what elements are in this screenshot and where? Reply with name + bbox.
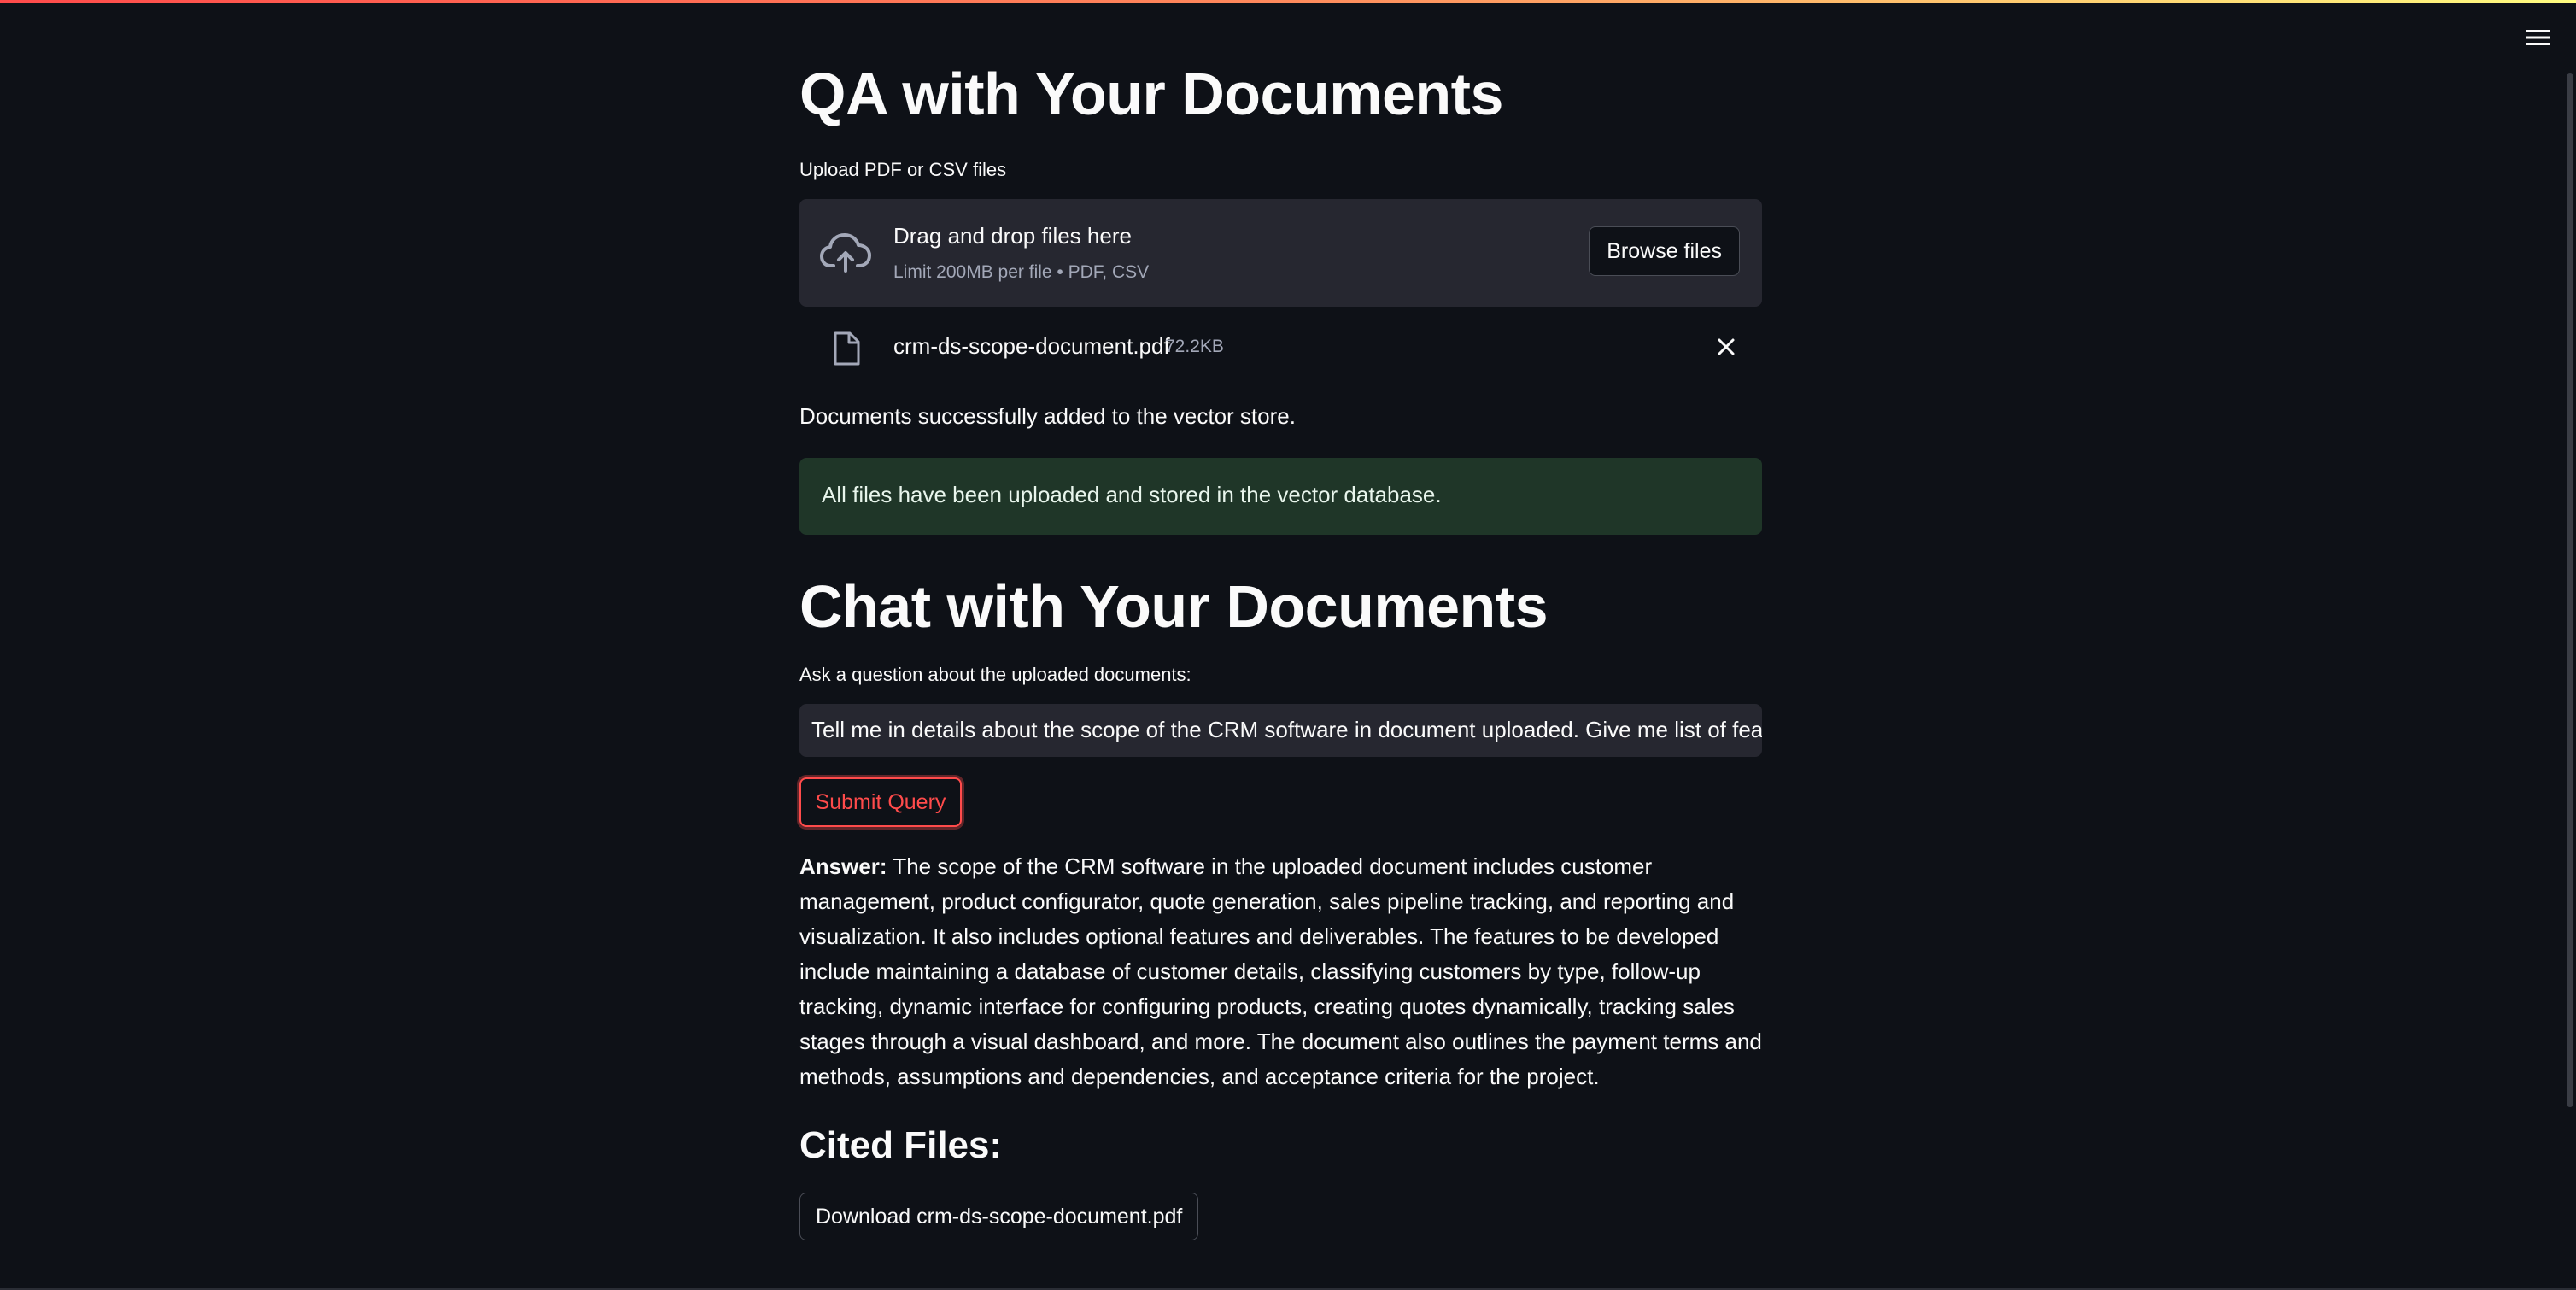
success-alert-text: All files have been uploaded and stored … xyxy=(822,482,1442,507)
dropzone-limit-text: Limit 200MB per file • PDF, CSV xyxy=(893,262,1150,282)
cited-files-title: Cited Files: xyxy=(799,1124,1003,1166)
submit-query-button[interactable]: Submit Query xyxy=(799,777,962,827)
cloud-upload-icon xyxy=(820,233,871,273)
page-title: QA with Your Documents xyxy=(799,61,1503,127)
top-decoration-bar xyxy=(0,0,2576,3)
uploaded-file-row: crm-ds-scope-document.pdf 72.2KB xyxy=(799,323,1762,371)
file-dropzone[interactable]: Drag and drop files here Limit 200MB per… xyxy=(799,199,1762,307)
question-label: Ask a question about the uploaded docume… xyxy=(799,664,1191,685)
uploaded-file-name: crm-ds-scope-document.pdf xyxy=(893,333,1170,359)
uploaded-file-size: 72.2KB xyxy=(1165,337,1224,356)
browse-files-button[interactable]: Browse files xyxy=(1589,226,1740,276)
answer-body: The scope of the CRM software in the upl… xyxy=(799,853,1762,1089)
answer-label: Answer: xyxy=(799,853,887,879)
close-icon xyxy=(1718,338,1735,355)
vector-store-status: Documents successfully added to the vect… xyxy=(799,403,1296,429)
chat-section-title: Chat with Your Documents xyxy=(799,573,1549,640)
download-cited-file-button[interactable]: Download crm-ds-scope-document.pdf xyxy=(799,1193,1199,1240)
hamburger-menu-icon xyxy=(2526,30,2550,45)
answer-text: Answer: The scope of the CRM software in… xyxy=(799,849,1762,1094)
dropzone-title: Drag and drop files here xyxy=(893,223,1132,249)
remove-file-button[interactable] xyxy=(1709,330,1743,364)
file-icon xyxy=(834,331,860,366)
success-alert: All files have been uploaded and stored … xyxy=(799,458,1762,535)
question-input-value: Tell me in details about the scope of th… xyxy=(811,717,1762,742)
upload-label: Upload PDF or CSV files xyxy=(799,159,1007,180)
page-scrollbar[interactable] xyxy=(2567,73,2573,1107)
main-menu-button[interactable] xyxy=(2520,22,2557,53)
question-input[interactable]: Tell me in details about the scope of th… xyxy=(799,704,1762,757)
